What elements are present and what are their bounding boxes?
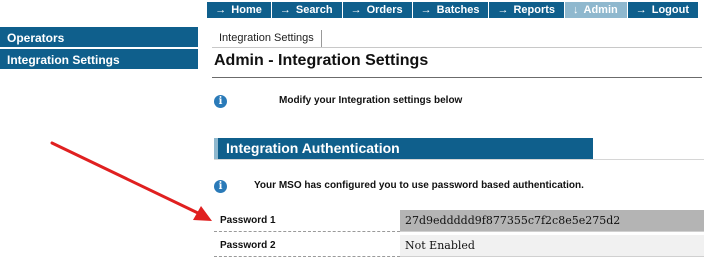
arrow-right-icon: → xyxy=(279,4,291,16)
nav-batches-label: Batches xyxy=(436,4,480,16)
sidebar: Operators Integration Settings xyxy=(0,27,198,71)
section-header: Integration Authentication xyxy=(214,138,593,159)
nav-home[interactable]: → Home xyxy=(206,2,271,18)
intro-text: Modify your Integration settings below xyxy=(279,95,463,106)
nav-orders-label: Orders xyxy=(366,4,403,16)
tab-divider xyxy=(212,47,702,48)
nav-home-label: Home xyxy=(231,4,262,16)
nav-search[interactable]: → Search xyxy=(270,2,342,18)
password2-value: Not Enabled xyxy=(400,235,704,257)
info-icon: i xyxy=(214,95,227,108)
title-divider xyxy=(212,77,702,78)
tab-integration-settings[interactable]: Integration Settings xyxy=(212,30,322,47)
nav-reports-label: Reports xyxy=(513,4,555,16)
nav-orders[interactable]: → Orders xyxy=(341,2,412,18)
arrow-right-icon: → xyxy=(420,4,432,16)
nav-logout[interactable]: → Logout xyxy=(626,2,698,18)
nav-batches[interactable]: → Batches xyxy=(411,2,489,18)
nav-search-label: Search xyxy=(295,4,333,16)
arrow-right-icon: → xyxy=(497,4,509,16)
arrow-right-icon: → xyxy=(215,4,227,16)
nav-admin[interactable]: ↓ Admin xyxy=(564,2,627,18)
sidebar-item-operators[interactable]: Operators xyxy=(0,27,198,49)
sidebar-item-integration-settings[interactable]: Integration Settings xyxy=(0,49,198,71)
password1-label: Password 1 xyxy=(214,210,400,232)
arrow-right-icon: → xyxy=(350,4,362,16)
section-divider xyxy=(214,159,704,160)
nav-reports[interactable]: → Reports xyxy=(488,2,564,18)
nav-admin-label: Admin xyxy=(583,4,618,16)
password1-value: 27d9eddddd9f877355c7f2c8e5e275d2 xyxy=(400,210,704,232)
top-nav: → Home → Search → Orders → Batches → Reports … xyxy=(206,2,698,18)
nav-logout-label: Logout xyxy=(651,4,689,16)
password2-label: Password 2 xyxy=(214,235,400,257)
arrow-right-icon: → xyxy=(635,4,647,16)
page-title: Admin - Integration Settings xyxy=(214,52,429,69)
info-icon: i xyxy=(214,180,227,193)
arrow-down-icon: ↓ xyxy=(573,4,579,16)
auth-info-text: Your MSO has configured you to use passw… xyxy=(254,180,584,191)
